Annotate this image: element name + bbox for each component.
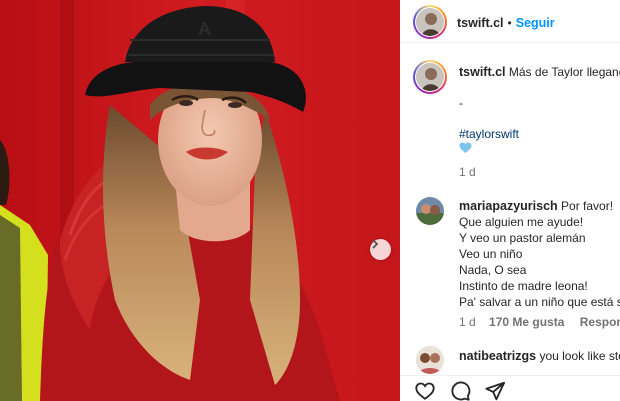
comment-line-1: mariapazyurisch Por favor!	[459, 199, 614, 213]
next-photo-button[interactable]	[370, 239, 391, 260]
author-avatar	[416, 8, 444, 36]
caption-timestamp[interactable]: 1 d	[459, 164, 476, 180]
caption-line: tswift.cl Más de Taylor llegando	[459, 64, 620, 80]
comment-timestamp[interactable]: 1 d	[459, 315, 476, 329]
share-icon[interactable]	[484, 380, 506, 401]
hashtag-link[interactable]: #taylorswift	[459, 126, 519, 142]
comment-line-1: natibeatrizgs you look like ste	[459, 349, 620, 363]
commenter-avatar[interactable]	[416, 197, 444, 225]
separator-dot: •	[507, 16, 512, 30]
commenter-avatar[interactable]	[416, 346, 444, 374]
post-actions-bar	[400, 375, 620, 401]
author-username[interactable]: tswift.cl	[457, 16, 504, 30]
comment-username[interactable]: mariapazyurisch	[459, 199, 558, 213]
reply-button[interactable]: Responder	[580, 315, 620, 329]
author-avatar-ring[interactable]	[413, 5, 447, 39]
avatar-image	[416, 8, 444, 36]
comment-line-4: Veo un niño	[459, 247, 523, 261]
post-header: tswift.cl • Seguir	[400, 0, 620, 43]
comment-line-5: Nada, O sea	[459, 263, 527, 277]
avatar-image	[416, 346, 444, 374]
post-photo: A	[0, 0, 400, 401]
comment-line-7: Pa' salvar a un niño que está s	[459, 295, 620, 309]
chevron-right-icon	[372, 239, 379, 249]
caption-avatar	[416, 63, 444, 91]
comment-icon[interactable]	[449, 380, 471, 401]
blue-heart-emoji	[459, 142, 472, 158]
avatar-image	[416, 197, 444, 225]
avatar-image	[416, 63, 444, 91]
heart-icon[interactable]	[414, 380, 436, 401]
follow-button[interactable]: Seguir	[516, 16, 555, 30]
blue-heart-icon	[459, 142, 472, 153]
comment-line-3: Y veo un pastor alemán	[459, 231, 586, 245]
comment-line-2: Que alguien me ayude!	[459, 215, 584, 229]
caption-username[interactable]: tswift.cl	[459, 65, 506, 79]
caption-avatar-ring[interactable]	[413, 60, 447, 94]
comment-likes[interactable]: 170 Me gusta	[489, 315, 564, 329]
comment-username[interactable]: natibeatrizgs	[459, 349, 536, 363]
svg-text:A: A	[198, 19, 211, 39]
caption-separator: -	[459, 96, 463, 110]
photo-illustration: A	[0, 0, 400, 401]
comment-line-6: Instinto de madre leona!	[459, 279, 588, 293]
post-sidebar: tswift.cl • Seguir tswift.cl Más de Taylor…	[400, 0, 620, 401]
comment-meta: 1 d 170 Me gusta Responder	[459, 314, 620, 330]
caption-text: Más de Taylor llegando	[508, 65, 620, 79]
